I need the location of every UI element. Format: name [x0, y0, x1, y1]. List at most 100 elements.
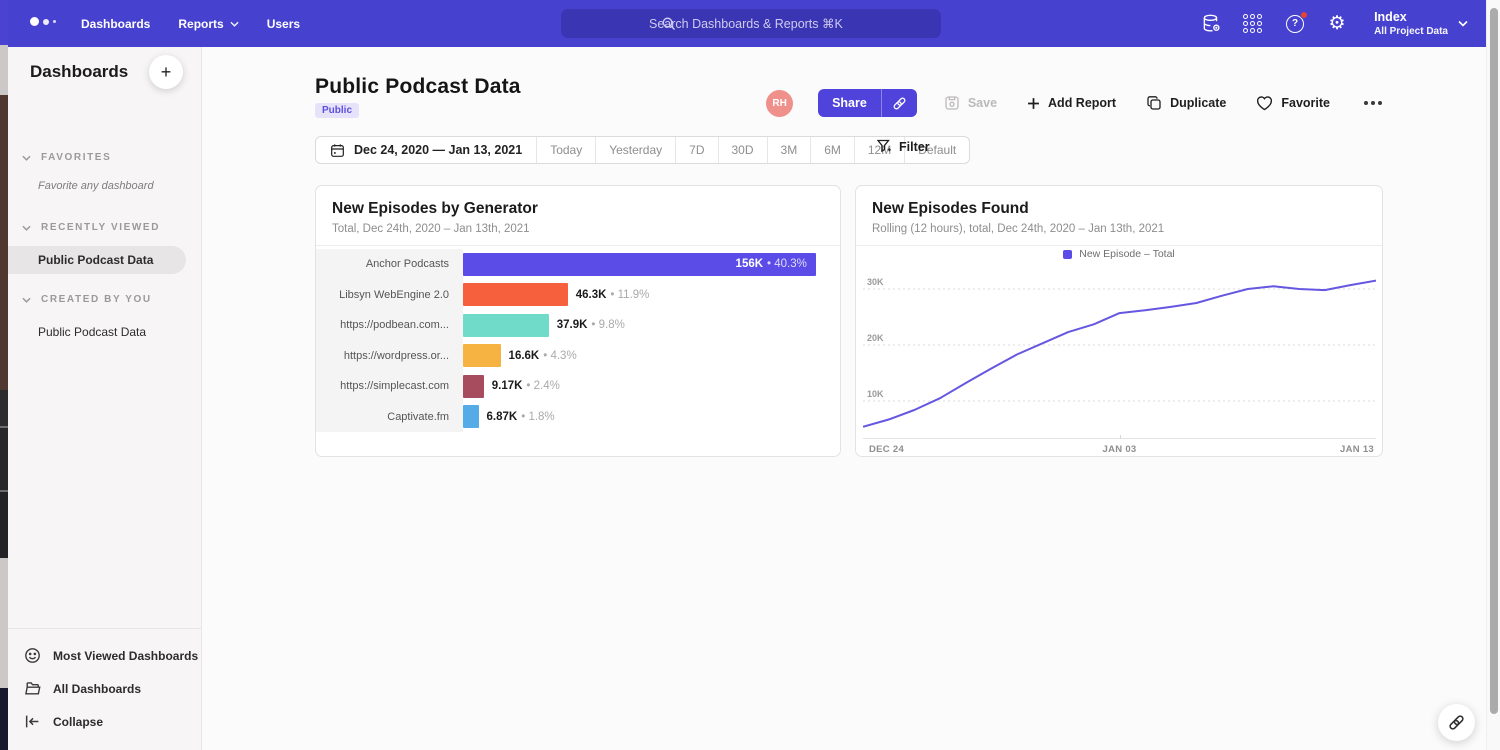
folder-icon — [24, 680, 41, 697]
save-label: Save — [968, 96, 997, 110]
nav-item-dashboards[interactable]: Dashboards — [67, 0, 164, 47]
legend-swatch — [1063, 250, 1072, 259]
bar[interactable] — [463, 314, 549, 337]
bar-chart-row: https://simplecast.com9.17K• 2.4% — [316, 371, 840, 402]
duplicate-label: Duplicate — [1170, 96, 1226, 110]
save-button[interactable]: Save — [944, 95, 997, 111]
help-button[interactable]: ? — [1284, 13, 1306, 35]
preset-yesterday[interactable]: Yesterday — [595, 137, 675, 163]
project-subtitle: All Project Data — [1374, 26, 1448, 37]
duplicate-icon — [1146, 95, 1162, 111]
top-navbar: Dashboards Reports Users ? ⚙ Index All P… — [8, 0, 1486, 47]
bar-area: 16.6K• 4.3% — [463, 341, 840, 372]
most-viewed-dashboards-button[interactable]: Most Viewed Dashboards — [8, 639, 201, 672]
chart-legend: New Episode – Total — [856, 248, 1382, 260]
logo-dot-icon — [43, 19, 49, 25]
favorite-button[interactable]: Favorite — [1256, 95, 1330, 111]
bar[interactable] — [463, 405, 479, 428]
section-label: FAVORITES — [41, 152, 111, 163]
chevron-down-icon — [230, 21, 239, 27]
database-icon — [1201, 13, 1222, 34]
all-dashboards-button[interactable]: All Dashboards — [8, 672, 201, 705]
add-report-button[interactable]: Add Report — [1027, 96, 1116, 110]
bar-chart-row: Captivate.fm6.87K• 1.8% — [316, 402, 840, 433]
floating-share-link-button[interactable] — [1438, 704, 1475, 741]
chart-subtitle: Total, Dec 24th, 2020 – Jan 13th, 2021 — [332, 223, 824, 235]
heart-icon — [1256, 95, 1273, 111]
notification-dot — [1300, 11, 1308, 19]
avatar[interactable]: RH — [766, 90, 793, 117]
collapse-sidebar-button[interactable]: Collapse — [8, 705, 201, 738]
bar-value-label: 6.87K — [487, 411, 518, 423]
grid-apps-icon — [1243, 14, 1263, 34]
bar-percent-label: • 11.9% — [610, 289, 649, 301]
page-title: Public Podcast Data — [315, 75, 521, 99]
smiley-icon — [24, 647, 41, 664]
share-button-label[interactable]: Share — [818, 89, 882, 117]
footer-item-label: All Dashboards — [53, 682, 141, 696]
footer-item-label: Most Viewed Dashboards — [53, 649, 198, 663]
bar-category-label: https://wordpress.or... — [316, 341, 463, 372]
copy-link-button[interactable] — [882, 89, 917, 117]
bar[interactable] — [463, 375, 484, 398]
bar-percent-label: • 40.3% — [767, 258, 816, 270]
x-tick-label: JAN 03 — [1102, 444, 1136, 455]
nav-item-users[interactable]: Users — [253, 0, 314, 47]
preset-3m[interactable]: 3M — [767, 137, 811, 163]
bar[interactable] — [463, 283, 568, 306]
save-icon — [944, 95, 960, 111]
bar[interactable]: 156K• 40.3% — [463, 253, 816, 276]
share-button[interactable]: Share — [818, 89, 917, 117]
nav-item-label: Reports — [178, 17, 223, 31]
section-created-by-you-header[interactable]: CREATED BY YOU — [8, 294, 201, 305]
primary-nav: Dashboards Reports Users — [67, 0, 314, 47]
link-icon — [1448, 714, 1465, 731]
add-dashboard-button[interactable]: + — [149, 55, 183, 89]
line-plot-area: 10K20K30K — [863, 271, 1376, 438]
y-tick-label: 20K — [867, 333, 884, 343]
favorite-label: Favorite — [1281, 96, 1330, 110]
scrollbar-track[interactable] — [1486, 0, 1500, 750]
chart-subtitle: Rolling (12 hours), total, Dec 24th, 202… — [872, 223, 1366, 235]
bar-chart-rows: Anchor Podcasts156K• 40.3%Libsyn WebEngi… — [316, 249, 840, 432]
scrollbar-thumb[interactable] — [1490, 8, 1498, 714]
chart-title: New Episodes by Generator — [332, 200, 824, 218]
bar-chart-row: Libsyn WebEngine 2.046.3K• 11.9% — [316, 280, 840, 311]
settings-button[interactable]: ⚙ — [1326, 13, 1348, 35]
sidebar-item-public-podcast-data[interactable]: Public Podcast Data — [8, 318, 201, 346]
section-label: RECENTLY VIEWED — [41, 222, 160, 233]
sidebar-footer: Most Viewed Dashboards All Dashboards Co… — [8, 628, 201, 750]
bar-value-label: 16.6K — [509, 350, 540, 362]
dashboard-actions: RH Share Save Add Report Duplicate Favor… — [766, 89, 1386, 117]
sidebar-item-public-podcast-data[interactable]: Public Podcast Data — [8, 246, 186, 274]
global-search[interactable] — [561, 9, 941, 38]
filter-button[interactable]: Filter — [877, 139, 930, 154]
bar-value-label: 156K — [736, 258, 768, 270]
project-switcher[interactable]: Index All Project Data — [1374, 10, 1468, 37]
logo-dot-icon — [30, 17, 39, 26]
bar-category-label: Anchor Podcasts — [316, 249, 463, 280]
bar[interactable] — [463, 344, 501, 367]
section-favorites-header[interactable]: FAVORITES — [8, 152, 201, 163]
preset-today[interactable]: Today — [536, 137, 595, 163]
date-range-picker[interactable]: Dec 24, 2020 — Jan 13, 2021 — [316, 137, 536, 163]
sidebar: Dashboards + FAVORITES Favorite any dash… — [8, 47, 202, 750]
app-logo[interactable] — [30, 17, 56, 26]
preset-6m[interactable]: 6M — [810, 137, 854, 163]
search-icon — [661, 16, 676, 31]
preset-30d[interactable]: 30D — [718, 137, 767, 163]
data-sources-button[interactable] — [1200, 13, 1222, 35]
search-input[interactable] — [621, 17, 881, 31]
preset-7d[interactable]: 7D — [675, 137, 717, 163]
nav-item-label: Users — [267, 17, 300, 31]
line-series[interactable] — [863, 281, 1376, 427]
duplicate-button[interactable]: Duplicate — [1146, 95, 1226, 111]
more-actions-button[interactable] — [1360, 97, 1386, 109]
section-label: CREATED BY YOU — [41, 294, 152, 305]
bar-percent-label: • 9.8% — [591, 319, 624, 331]
section-recently-viewed-header[interactable]: RECENTLY VIEWED — [8, 222, 201, 233]
nav-item-reports[interactable]: Reports — [164, 0, 252, 47]
x-axis: DEC 24 JAN 03 JAN 13 — [863, 438, 1376, 456]
apps-menu-button[interactable] — [1242, 13, 1264, 35]
card-header: New Episodes Found Rolling (12 hours), t… — [856, 186, 1382, 246]
